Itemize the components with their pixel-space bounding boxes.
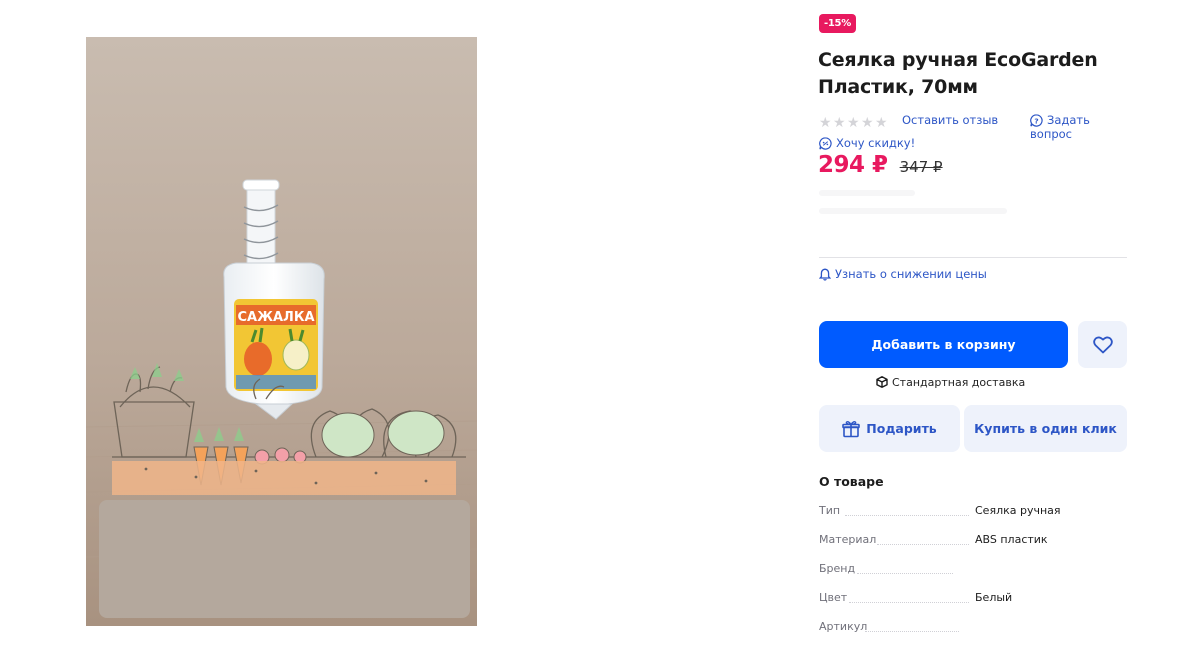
- delivery-label: Стандартная доставка: [892, 376, 1026, 389]
- spec-leader: [857, 573, 953, 574]
- gift-icon: [842, 420, 861, 437]
- spec-row: Бренд: [819, 562, 1127, 578]
- spec-leader: [845, 515, 969, 516]
- spec-key: Артикул: [819, 620, 868, 633]
- spec-leader: [865, 631, 959, 632]
- price-watch-label: Узнать о снижении цены: [835, 267, 987, 281]
- delivery-info: Стандартная доставка: [876, 376, 1025, 389]
- spec-key: Цвет: [819, 591, 848, 604]
- star-icon: ★: [861, 115, 874, 131]
- about-section-title: О товаре: [819, 474, 884, 489]
- spec-leader: [877, 544, 969, 545]
- favorite-button[interactable]: [1078, 321, 1127, 368]
- product-photo: САЖАЛКА: [86, 37, 477, 626]
- rating-row: ★★★★★ Оставить отзыв ? Задать вопрос: [819, 112, 1127, 141]
- divider: [819, 257, 1127, 258]
- bottle-label-text: САЖАЛКА: [237, 310, 314, 325]
- leave-review-link[interactable]: Оставить отзыв: [902, 113, 998, 127]
- price-row: 294 ₽ 347 ₽: [818, 152, 943, 184]
- blurred-info: [819, 190, 1019, 245]
- question-bubble-icon: ?: [1030, 114, 1043, 127]
- spec-row: Цвет Белый: [819, 591, 1127, 607]
- gift-button[interactable]: Подарить: [819, 405, 960, 452]
- star-icon: ★: [875, 115, 888, 131]
- spec-value: ABS пластик: [975, 533, 1048, 546]
- heart-icon: [1092, 336, 1113, 353]
- product-image[interactable]: САЖАЛКА: [86, 37, 477, 626]
- want-discount-label: Хочу скидку!: [836, 136, 916, 150]
- bell-icon: [818, 268, 832, 281]
- spec-key: Тип: [819, 504, 841, 517]
- spec-value: Сеялка ручная: [975, 504, 1061, 517]
- spec-row: Артикул: [819, 620, 1127, 636]
- chat-percent-icon: [819, 137, 832, 150]
- spec-row: Материал ABS пластик: [819, 533, 1127, 549]
- price-old: 347 ₽: [899, 158, 943, 176]
- gift-label: Подарить: [866, 421, 937, 436]
- product-title-line1: Сеялка ручная EcoGarden: [818, 49, 1098, 71]
- buy-one-click-label: Купить в один клик: [974, 421, 1117, 436]
- add-to-cart-button[interactable]: Добавить в корзину: [819, 321, 1068, 368]
- star-icon: ★: [847, 115, 860, 131]
- star-icon: ★: [819, 115, 832, 131]
- add-to-cart-label: Добавить в корзину: [871, 337, 1016, 352]
- product-title-line2: Пластик, 70мм: [818, 76, 978, 98]
- discount-badge: -15%: [819, 14, 856, 33]
- spec-value: Белый: [975, 591, 1013, 604]
- box-icon: [876, 376, 888, 388]
- star-icon: ★: [833, 115, 846, 131]
- want-discount-link[interactable]: Хочу скидку!: [819, 136, 915, 150]
- spec-key: Бренд: [819, 562, 856, 575]
- buy-one-click-button[interactable]: Купить в один клик: [964, 405, 1127, 452]
- price-current: 294 ₽: [818, 152, 888, 178]
- spec-row: Тип Сеялка ручная: [819, 504, 1127, 520]
- ask-question-link[interactable]: ? Задать вопрос: [1030, 113, 1127, 141]
- product-title: Сеялка ручная EcoGarden Пластик, 70мм: [818, 47, 1128, 101]
- rating-stars[interactable]: ★★★★★: [819, 112, 889, 131]
- svg-text:?: ?: [1034, 116, 1038, 125]
- price-watch-link[interactable]: Узнать о снижении цены: [818, 267, 987, 281]
- spec-key: Материал: [819, 533, 877, 546]
- spec-leader: [849, 602, 969, 603]
